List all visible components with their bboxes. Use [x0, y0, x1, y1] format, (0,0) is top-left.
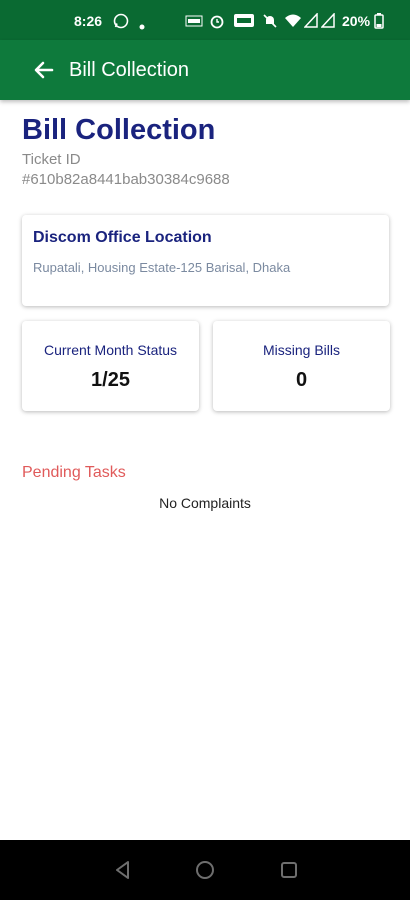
recents-square-icon: [277, 862, 301, 886]
status-time: 8:26: [74, 13, 103, 29]
nav-home-button[interactable]: [193, 858, 217, 882]
mute-icon: [262, 13, 278, 32]
back-triangle-icon: [111, 861, 135, 886]
stat-label: Missing Bills: [262, 342, 340, 358]
dot-icon: [139, 18, 145, 33]
ticket-id-label: Ticket ID: [22, 151, 81, 168]
back-button[interactable]: [28, 54, 60, 86]
stat-value: 0: [295, 369, 308, 391]
app-bar-title: Bill Collection: [69, 59, 190, 81]
nav-back-button[interactable]: [111, 858, 135, 882]
battery-percent: 20%: [342, 13, 371, 29]
stat-value: 1/25: [91, 369, 130, 391]
pending-tasks-title: Pending Tasks: [22, 464, 126, 481]
stat-label: Current Month Status: [43, 342, 178, 358]
page-title: Bill Collection: [22, 114, 216, 146]
system-nav-bar: [0, 840, 410, 900]
location-card-address: Rupatali, Housing Estate-125 Barisal, Dh…: [33, 260, 291, 275]
nav-recents-button[interactable]: [277, 858, 301, 882]
battery-icon: [374, 13, 384, 32]
ticket-id-value: #610b82a8441bab30384c9688: [22, 171, 230, 188]
missing-bills-card[interactable]: Missing Bills 0: [213, 321, 390, 411]
volte-icon: [233, 13, 255, 31]
status-bar: 8:26 20%: [0, 0, 410, 40]
signal-icon: [320, 12, 335, 31]
whatsapp-icon: [113, 13, 129, 32]
location-card-title: Discom Office Location: [33, 229, 212, 246]
signal-icon: [303, 12, 318, 31]
location-card[interactable]: Discom Office Location Rupatali, Housing…: [22, 215, 389, 306]
current-month-status-card[interactable]: Current Month Status 1/25: [22, 321, 199, 411]
alarm-icon: [209, 13, 225, 32]
app-bar: Bill Collection: [0, 40, 410, 100]
network-speed-icon: [185, 14, 203, 31]
home-circle-icon: [193, 861, 217, 886]
wifi-icon: [284, 13, 302, 32]
arrow-back-icon: [28, 61, 60, 90]
empty-state-message: No Complaints: [159, 495, 251, 511]
